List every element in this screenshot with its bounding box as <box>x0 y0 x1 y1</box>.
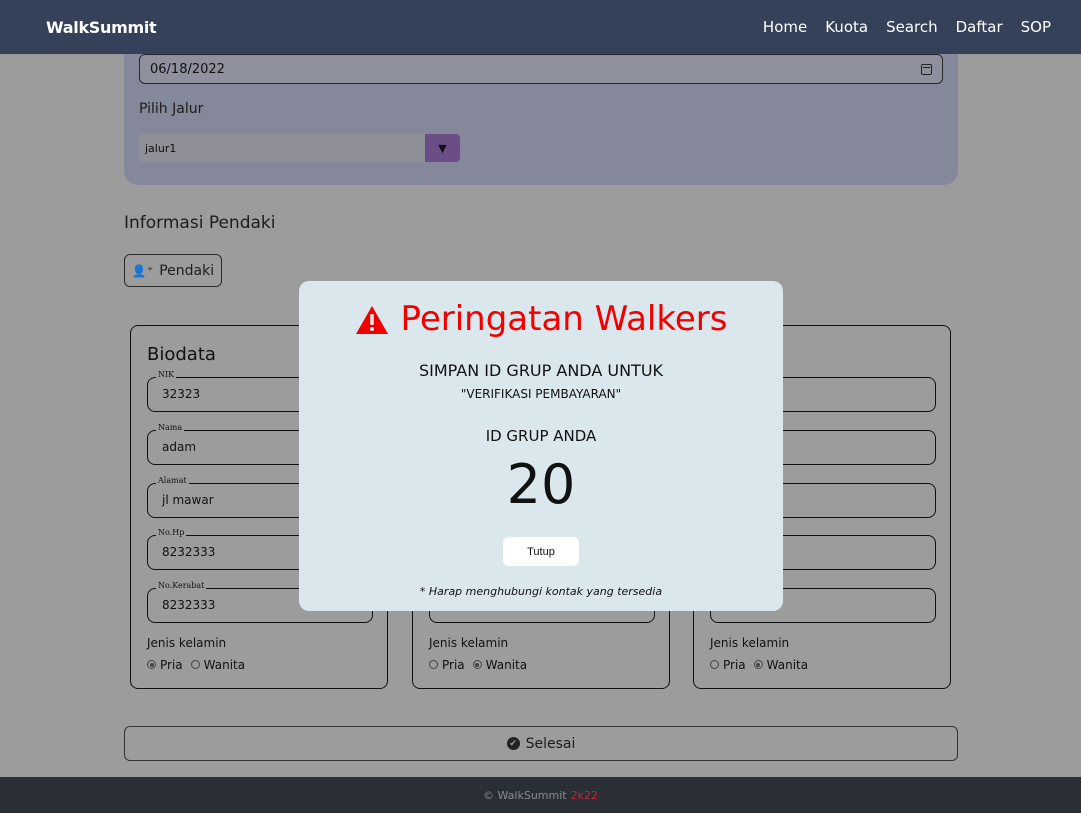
gender-option-label: Pria <box>442 658 465 672</box>
biodata-title: Biodata <box>147 344 216 365</box>
nav-kuota[interactable]: Kuota <box>825 18 868 36</box>
nav-links: Home Kuota Search Daftar SOP <box>763 18 1051 36</box>
gender-options: Pria Wanita <box>147 658 245 672</box>
add-climber-label: Pendaki <box>159 262 215 279</box>
gender-radio-pria[interactable]: Pria <box>429 658 465 672</box>
radio-icon <box>429 660 438 669</box>
field-value: jl mawar <box>162 493 214 507</box>
modal-message-2: "VERIFIKASI PEMBAYARAN" <box>460 387 622 401</box>
footer-year: 2k22 <box>570 788 598 802</box>
gender-option-label: Wanita <box>485 658 528 672</box>
nav-sop[interactable]: SOP <box>1021 18 1051 36</box>
field-label: No.Kerabat <box>156 581 207 590</box>
gender-option-label: Pria <box>723 658 746 672</box>
gender-option-label: Wanita <box>766 658 809 672</box>
finish-button[interactable]: ✔ Selesai <box>124 726 958 761</box>
gender-options: Pria Wanita <box>429 658 527 672</box>
nav-home[interactable]: Home <box>763 18 807 36</box>
field-label: NIK <box>156 370 177 379</box>
modal-title: Peringatan Walkers <box>299 299 783 339</box>
gender-label: Jenis kelamin <box>147 636 227 650</box>
navbar: WalkSummit Home Kuota Search Daftar SOP <box>0 0 1081 54</box>
date-value: 06/18/2022 <box>150 61 225 77</box>
footer: © WalkSummit 2k22 <box>0 777 1081 813</box>
chevron-down-icon[interactable]: ▼ <box>425 134 460 162</box>
nav-daftar[interactable]: Daftar <box>956 18 1003 36</box>
radio-icon <box>190 660 200 669</box>
gender-option-label: Wanita <box>203 658 246 672</box>
brand-logo[interactable]: WalkSummit <box>46 18 157 37</box>
gender-radio-pria[interactable]: Pria <box>710 658 746 672</box>
radio-icon <box>710 660 719 669</box>
field-label: Alamat <box>156 476 189 485</box>
modal-message-1: SIMPAN ID GRUP ANDA UNTUK <box>418 361 664 380</box>
date-input[interactable]: 06/18/2022 <box>139 54 943 84</box>
modal-note: * Harap menghubungi kontak yang tersedia <box>419 585 663 598</box>
field-value: 8232333 <box>162 598 216 612</box>
gender-radio-wanita[interactable]: Wanita <box>190 658 246 672</box>
close-button[interactable]: Tutup <box>503 537 579 566</box>
warning-icon <box>355 304 389 334</box>
gender-label: Jenis kelamin <box>429 636 509 650</box>
radio-icon <box>472 660 482 669</box>
gender-radio-pria[interactable]: Pria <box>147 658 183 672</box>
modal-title-text: Peringatan Walkers <box>400 299 728 339</box>
group-id-value: 20 <box>506 453 576 516</box>
finish-label: Selesai <box>525 735 576 752</box>
gender-options: Pria Wanita <box>710 658 808 672</box>
warning-modal: Peringatan Walkers SIMPAN ID GRUP ANDA U… <box>299 281 783 611</box>
gender-radio-wanita[interactable]: Wanita <box>753 658 809 672</box>
user-plus-icon: 👤⁺ <box>131 263 154 278</box>
add-climber-button[interactable]: 👤⁺ Pendaki <box>124 254 222 287</box>
gender-label: Jenis kelamin <box>710 636 790 650</box>
check-circle-icon: ✔ <box>506 737 520 750</box>
nav-search[interactable]: Search <box>886 18 938 36</box>
radio-icon <box>753 660 763 669</box>
field-value: adam <box>162 440 197 454</box>
calendar-icon[interactable] <box>921 63 932 75</box>
section-title: Informasi Pendaki <box>124 213 276 233</box>
jalur-select[interactable]: jalur1 ▼ <box>139 134 460 162</box>
footer-text: © WalkSummit <box>483 788 567 802</box>
gender-radio-wanita[interactable]: Wanita <box>472 658 528 672</box>
radio-icon <box>147 660 156 669</box>
field-value: 32323 <box>162 387 201 401</box>
field-label: Nama <box>156 423 185 432</box>
modal-id-label: ID GRUP ANDA <box>485 427 597 445</box>
field-value: 8232333 <box>162 545 216 559</box>
gender-option-label: Pria <box>160 658 183 672</box>
jalur-label: Pilih Jalur <box>139 101 204 117</box>
field-label: No.Hp <box>156 528 187 537</box>
jalur-select-value: jalur1 <box>145 141 177 155</box>
